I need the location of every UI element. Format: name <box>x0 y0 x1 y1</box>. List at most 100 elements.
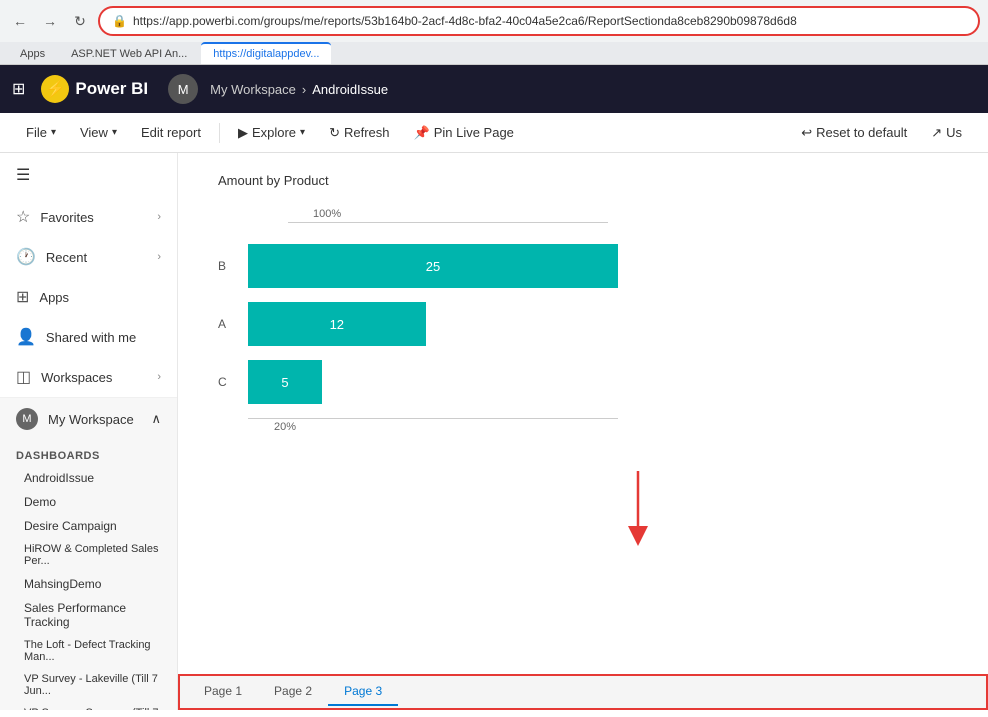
my-workspace-label: My Workspace <box>48 412 141 427</box>
toolbar: File ▾ View ▾ Edit report ▶ Explore ▾ ↻ … <box>0 113 988 153</box>
bar-chart: 100% B 25 A <box>218 204 618 433</box>
back-button[interactable]: ← <box>8 9 32 33</box>
dashboard-mahsing[interactable]: MahsingDemo <box>0 572 177 596</box>
bar-row-c: C 5 <box>218 360 618 404</box>
annotation-arrow <box>608 471 668 554</box>
explore-button[interactable]: ▶ Explore ▾ <box>228 121 315 145</box>
dashboard-vp-lakeville[interactable]: VP Survey - Lakeville (Till 7 Jun... <box>0 668 177 702</box>
report-area: Amount by Product 100% B 25 <box>178 153 988 674</box>
user-avatar: M <box>168 74 198 104</box>
page-tabs: Page 1 Page 2 Page 3 <box>178 674 988 710</box>
reset-icon: ↩ <box>801 125 812 141</box>
chart-gridline-top <box>288 222 608 223</box>
breadcrumb: My Workspace › AndroidIssue <box>210 82 388 97</box>
topnav: ⊞ ⚡ Power BI M My Workspace › AndroidIss… <box>0 65 988 113</box>
browser-tab-apps[interactable]: Apps <box>8 42 57 64</box>
explore-icon: ▶ <box>238 125 248 141</box>
sidebar-item-recent[interactable]: 🕐 Recent › <box>0 237 177 277</box>
view-button[interactable]: View ▾ <box>70 121 127 144</box>
breadcrumb-current: AndroidIssue <box>312 82 388 97</box>
share-icon: ↗ <box>931 125 942 141</box>
toolbar-divider <box>219 123 220 143</box>
pin-icon: 📌 <box>414 125 430 141</box>
bar-label-b: B <box>218 259 238 273</box>
page-tab-2[interactable]: Page 2 <box>258 678 328 706</box>
dashboard-hirow[interactable]: HiROW & Completed Sales Per... <box>0 538 177 572</box>
dashboard-vp-savanna[interactable]: VP Survey - Savanna (Till 7 Jun... <box>0 702 177 710</box>
bar-a: 12 <box>248 302 426 346</box>
toolbar-right: ↩ Reset to default ↗ Us <box>791 121 972 145</box>
favorites-icon: ☆ <box>16 207 30 227</box>
browser-tab-digital[interactable]: https://digitalappdev... <box>201 42 331 64</box>
pin-live-page-button[interactable]: 📌 Pin Live Page <box>404 121 524 145</box>
refresh-button[interactable]: ↻ Refresh <box>319 121 399 145</box>
dashboard-desirecampaign[interactable]: Desire Campaign <box>0 514 177 538</box>
sidebar: ☰ ☆ Favorites › 🕐 Recent › ⊞ Apps 👤 <box>0 153 178 710</box>
page-tab-3[interactable]: Page 3 <box>328 678 398 706</box>
view-chevron-icon: ▾ <box>112 127 117 138</box>
my-workspace-section: M My Workspace ∧ DASHBOARDS AndroidIssue… <box>0 398 177 710</box>
bar-row-a: A 12 <box>218 302 618 346</box>
waffle-icon[interactable]: ⊞ <box>12 79 25 99</box>
url-text: https://app.powerbi.com/groups/me/report… <box>133 14 966 28</box>
dashboard-sales-tracking[interactable]: Sales Performance Tracking <box>0 596 177 634</box>
sidebar-item-shared[interactable]: 👤 Shared with me <box>0 317 177 357</box>
breadcrumb-workspace[interactable]: My Workspace <box>210 82 296 97</box>
powerbi-logo-circle: ⚡ <box>41 75 69 103</box>
us-button[interactable]: ↗ Us <box>921 121 972 145</box>
workspace-collapse-icon: ∧ <box>151 411 161 427</box>
bar-track-b: 25 <box>248 244 618 288</box>
hamburger-button[interactable]: ☰ <box>0 153 177 197</box>
workspace-avatar: M <box>16 408 38 430</box>
shared-icon: 👤 <box>16 327 36 347</box>
bar-track-c: 5 <box>248 360 618 404</box>
sidebar-item-workspaces[interactable]: ◫ Workspaces › <box>0 357 177 397</box>
refresh-icon: ↻ <box>329 125 340 141</box>
reset-button[interactable]: ↩ Reset to default <box>791 121 917 145</box>
main-layout: ☰ ☆ Favorites › 🕐 Recent › ⊞ Apps 👤 <box>0 153 988 710</box>
explore-chevron-icon: ▾ <box>300 127 305 138</box>
dashboards-label: DASHBOARDS <box>0 444 177 466</box>
recent-icon: 🕐 <box>16 247 36 267</box>
edit-report-button[interactable]: Edit report <box>131 121 211 144</box>
page-tab-1[interactable]: Page 1 <box>188 678 258 706</box>
powerbi-brand: Power BI <box>75 79 148 99</box>
my-workspace-header[interactable]: M My Workspace ∧ <box>0 398 177 440</box>
chart-bars: B 25 A 12 <box>218 244 618 404</box>
address-bar[interactable]: 🔒 https://app.powerbi.com/groups/me/repo… <box>98 6 980 36</box>
bar-track-a: 12 <box>248 302 618 346</box>
powerbi-app: ⊞ ⚡ Power BI M My Workspace › AndroidIss… <box>0 65 988 710</box>
bar-row-b: B 25 <box>218 244 618 288</box>
file-button[interactable]: File ▾ <box>16 121 66 144</box>
dashboard-androidissue[interactable]: AndroidIssue <box>0 466 177 490</box>
sidebar-item-apps[interactable]: ⊞ Apps <box>0 277 177 317</box>
content-area: Amount by Product 100% B 25 <box>178 153 988 710</box>
browser-toolbar: ← → ↻ 🔒 https://app.powerbi.com/groups/m… <box>0 0 988 42</box>
lock-icon: 🔒 <box>112 14 127 28</box>
chart-bottom-area: 20% <box>248 418 618 433</box>
arrow-svg <box>608 471 668 551</box>
browser-tab-aspnet[interactable]: ASP.NET Web API An... <box>59 42 199 64</box>
sidebar-item-favorites[interactable]: ☆ Favorites › <box>0 197 177 237</box>
reload-button[interactable]: ↻ <box>68 9 92 33</box>
workspaces-icon: ◫ <box>16 367 31 387</box>
apps-icon: ⊞ <box>16 287 29 307</box>
dashboard-loft[interactable]: The Loft - Defect Tracking Man... <box>0 634 177 668</box>
chart-label-20: 20% <box>248 421 322 433</box>
chart-label-100: 100% <box>313 208 341 220</box>
workspaces-chevron-icon: › <box>157 371 161 383</box>
browser-chrome: ← → ↻ 🔒 https://app.powerbi.com/groups/m… <box>0 0 988 65</box>
browser-tabs: Apps ASP.NET Web API An... https://digit… <box>0 42 988 64</box>
recent-chevron-icon: › <box>157 251 161 263</box>
forward-button[interactable]: → <box>38 9 62 33</box>
file-chevron-icon: ▾ <box>51 127 56 138</box>
bar-label-a: A <box>218 317 238 331</box>
powerbi-logo: ⚡ Power BI <box>41 75 148 103</box>
topnav-user[interactable]: M <box>168 74 198 104</box>
chart-gridline-bottom <box>248 418 618 419</box>
sidebar-nav-section: ☆ Favorites › 🕐 Recent › ⊞ Apps 👤 Shared… <box>0 197 177 398</box>
bar-c: 5 <box>248 360 322 404</box>
breadcrumb-separator: › <box>302 82 306 97</box>
dashboard-demo[interactable]: Demo <box>0 490 177 514</box>
bar-b: 25 <box>248 244 618 288</box>
